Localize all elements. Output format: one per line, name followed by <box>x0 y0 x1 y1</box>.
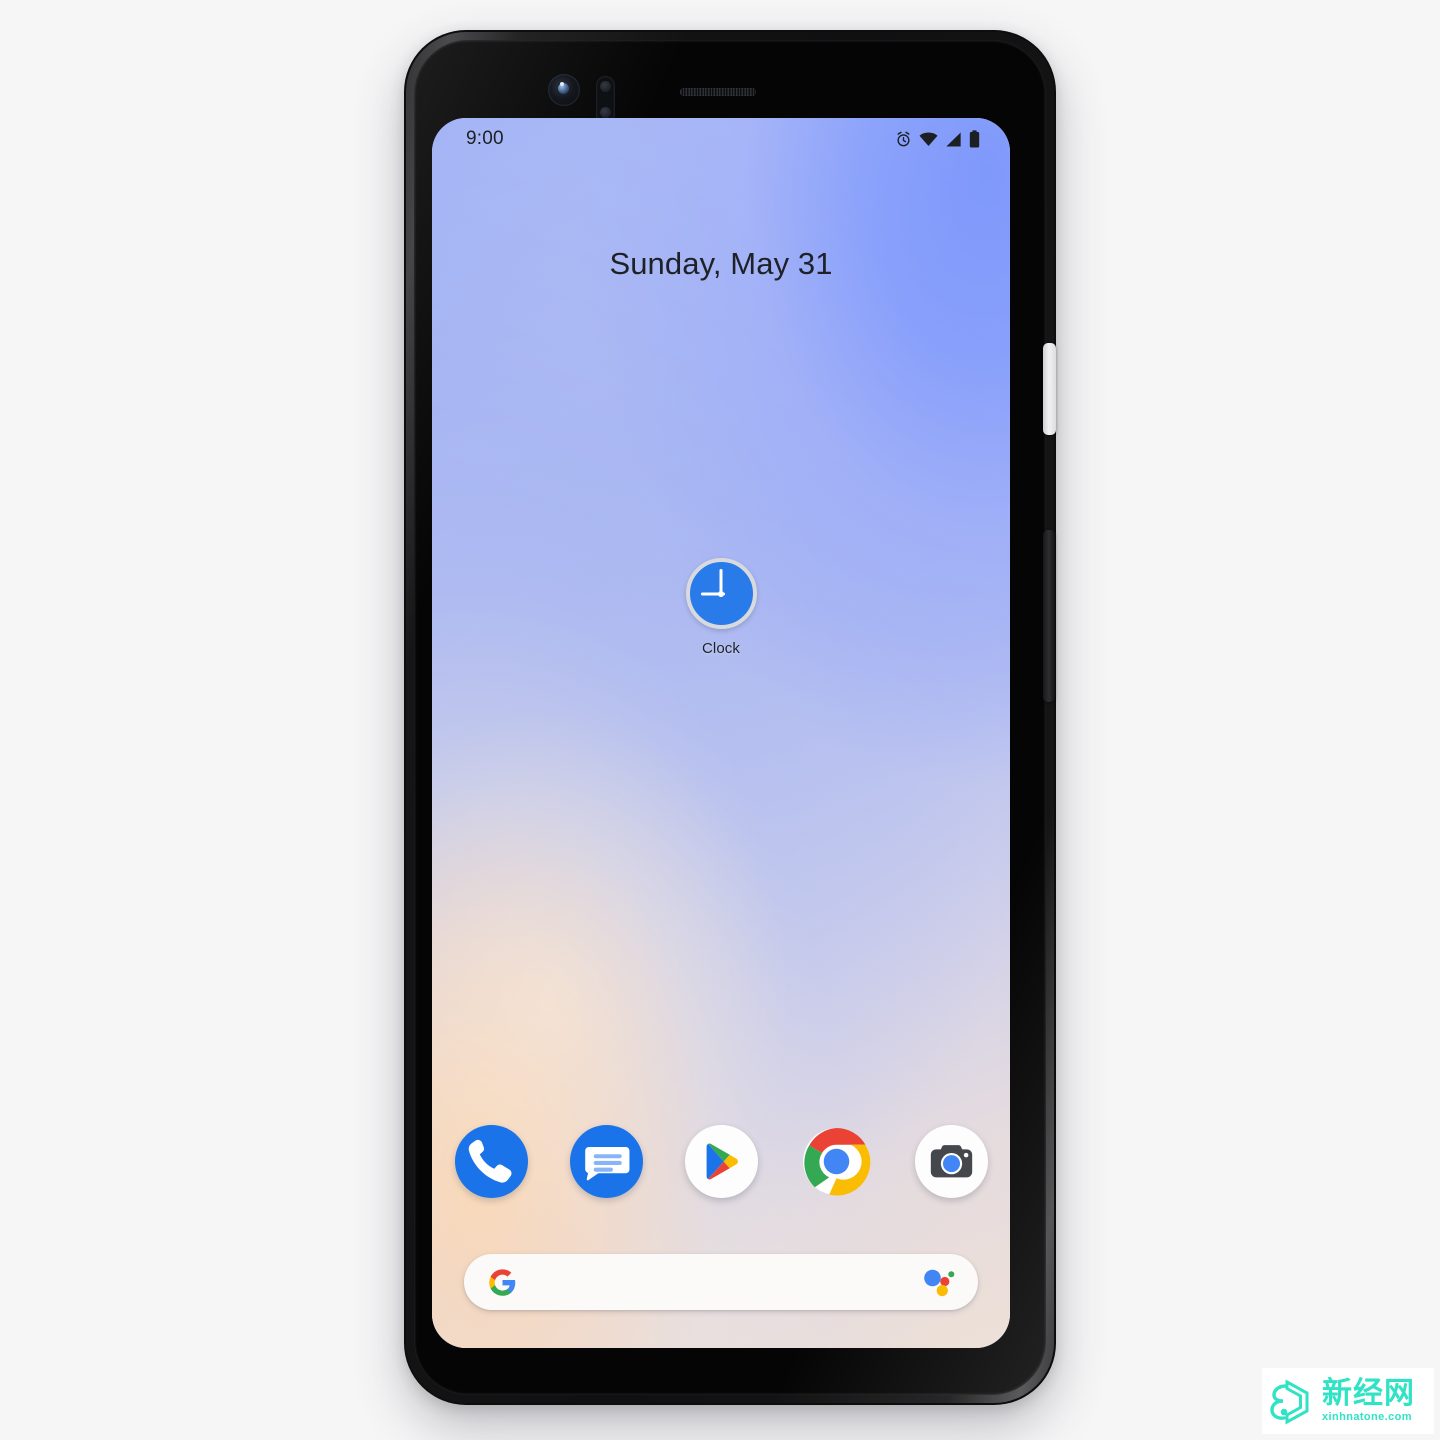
phone-screen: 9:00 Sunday, May 31 Clock <box>432 118 1010 1348</box>
watermark-brand-cn: 新经网 <box>1322 1377 1415 1410</box>
watermark-text: 新经网 xinhnatone.com <box>1322 1379 1415 1423</box>
app-label-clock: Clock <box>701 640 740 657</box>
watermark-brand-en: xinhnatone.com <box>1322 1411 1412 1423</box>
google-g-icon <box>489 1268 516 1296</box>
camera-icon <box>930 1145 972 1178</box>
front-camera-icon <box>548 74 580 106</box>
dock-item-camera[interactable] <box>914 1125 988 1198</box>
volume-rocker-button[interactable] <box>1043 530 1055 702</box>
battery-icon <box>969 130 980 148</box>
date-widget[interactable]: Sunday, May 31 <box>432 246 1010 282</box>
clock-center-pin <box>718 590 724 597</box>
play-store-icon <box>706 1143 738 1180</box>
earpiece-speaker-icon <box>680 88 756 96</box>
wifi-icon <box>919 132 938 146</box>
status-bar-clock: 9:00 <box>466 128 504 149</box>
site-watermark: 新经网 xinhnatone.com <box>1262 1368 1434 1434</box>
clock-icon <box>685 558 757 629</box>
chrome-icon <box>802 1128 870 1196</box>
dock <box>432 1125 1010 1198</box>
status-bar-icons <box>895 130 980 148</box>
messages-icon <box>584 1147 629 1181</box>
dock-item-messages[interactable] <box>569 1125 643 1198</box>
dock-item-play-store[interactable] <box>684 1125 758 1198</box>
date-text: Sunday, May 31 <box>609 246 833 281</box>
alarm-icon <box>897 131 910 146</box>
dock-item-chrome[interactable] <box>800 1125 873 1198</box>
cellular-signal-icon <box>946 132 961 146</box>
power-button[interactable] <box>1043 343 1056 435</box>
watermark-logo-icon <box>1270 1379 1309 1425</box>
phone-icon <box>468 1139 511 1183</box>
google-assistant-icon[interactable] <box>922 1267 956 1298</box>
status-bar[interactable]: 9:00 <box>432 118 1010 160</box>
google-search-bar[interactable] <box>464 1254 978 1310</box>
dock-item-phone[interactable] <box>454 1125 528 1198</box>
proximity-sensor-icon <box>596 76 615 124</box>
screenshot-canvas: 9:00 Sunday, May 31 Clock 新经网 xinhnatone… <box>0 0 1440 1440</box>
app-icon-clock[interactable]: Clock <box>661 558 781 657</box>
